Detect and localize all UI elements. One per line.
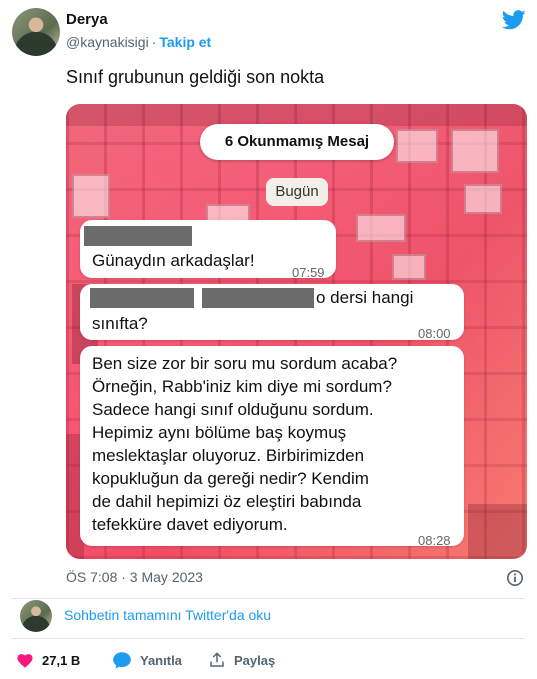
redacted-name bbox=[202, 288, 314, 308]
message-time: 08:28 bbox=[418, 533, 451, 548]
follow-button[interactable]: Takip et bbox=[159, 34, 211, 50]
unread-messages-pill: 6 Okunmamış Mesaj bbox=[200, 124, 394, 160]
message-line: Hepimiz aynı bölüme baş koymuş bbox=[92, 423, 347, 442]
message-line: tefekküre davet ediyorum. bbox=[92, 515, 288, 534]
message-line: kopukluğun da gereği nedir? Kendim bbox=[92, 469, 369, 488]
message-line: Sadece hangi sınıf olduğunu sordum. bbox=[92, 400, 374, 419]
author-avatar[interactable] bbox=[12, 8, 60, 56]
message-line: Ben size zor bir soru mu sordum acaba? bbox=[92, 354, 398, 373]
chat-bubble: Günaydın arkadaşlar! 07:59 bbox=[80, 220, 336, 280]
like-button[interactable]: 27,1 B bbox=[16, 651, 80, 669]
author-handle[interactable]: @kaynakisigi bbox=[66, 34, 149, 50]
message-text-line2: sınıfta? bbox=[92, 314, 148, 333]
chat-bubble: o dersi hangi sınıfta? 08:00 bbox=[80, 284, 464, 341]
reply-label: Yanıtla bbox=[140, 652, 182, 668]
chat-bubble: Ben size zor bir soru mu sordum acaba? Ö… bbox=[80, 346, 464, 548]
date-pill: Bugün bbox=[266, 178, 328, 206]
share-label: Paylaş bbox=[234, 652, 276, 668]
author-handle-line: @kaynakisigi · Takip et bbox=[66, 34, 211, 50]
share-icon bbox=[210, 652, 224, 667]
message-text-fragment: o dersi hangi bbox=[316, 288, 414, 307]
reply-button[interactable]: Yanıtla bbox=[112, 651, 182, 669]
message-line: de dahil hepimizi öz eleştiri babında bbox=[92, 492, 362, 511]
message-text: Günaydın arkadaşlar! bbox=[92, 251, 255, 270]
share-button[interactable]: Paylaş bbox=[208, 651, 275, 669]
author-name[interactable]: Derya bbox=[66, 11, 108, 28]
message-line: Örneğin, Rabb'iniz kim diye mi sordum? bbox=[92, 377, 392, 396]
redacted-name bbox=[90, 288, 194, 308]
like-count: 27,1 B bbox=[42, 652, 81, 668]
tweet-timestamp[interactable]: ÖS 7:08 · 3 May 2023 bbox=[66, 569, 203, 585]
reply-bubble-icon bbox=[113, 652, 131, 669]
message-time: 07:59 bbox=[292, 265, 325, 280]
author-avatar-small[interactable] bbox=[20, 600, 52, 632]
divider bbox=[12, 598, 525, 599]
tweet-text: Sınıf grubunun geldiği son nokta bbox=[66, 67, 325, 87]
twitter-bird-icon[interactable] bbox=[502, 10, 526, 30]
divider bbox=[12, 638, 525, 639]
heart-icon bbox=[17, 654, 33, 668]
info-icon[interactable] bbox=[506, 569, 524, 587]
read-thread-link[interactable]: Sohbetin tamamını Twitter'da oku bbox=[64, 607, 271, 623]
redacted-sender bbox=[84, 226, 192, 246]
message-line: meslektaşlar oluyoruz. Birbirimizden bbox=[92, 446, 365, 465]
message-time: 08:00 bbox=[418, 326, 451, 341]
separator-dot: · bbox=[151, 34, 157, 50]
tweet-media-image[interactable]: 6 Okunmamış Mesaj Bugün Günaydın arkadaş… bbox=[66, 104, 527, 559]
